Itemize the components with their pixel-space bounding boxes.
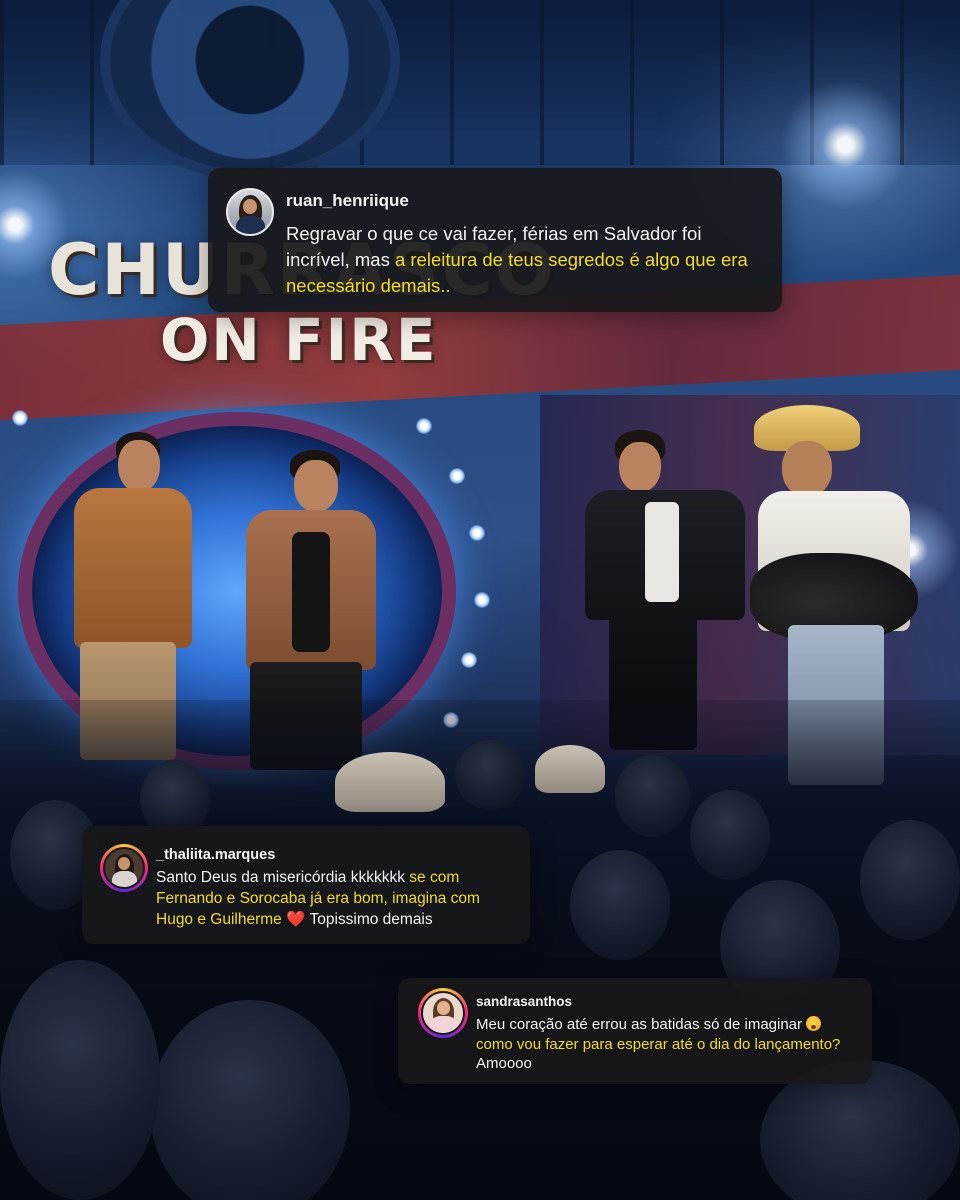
logo-line-2: ON FIRE [160, 306, 438, 374]
stage-light-flare [780, 80, 910, 210]
comment-card: ruan_henriique Regravar o que ce vai faz… [208, 168, 782, 312]
surprised-face-emoji-icon [806, 1016, 822, 1031]
comment-text-plain: Santo Deus da misericórdia kkkkkkk [156, 869, 410, 886]
comment-text-plain: Meu coração até errou as batidas só de i… [476, 1016, 807, 1033]
crowd-head [615, 755, 690, 837]
user-avatar[interactable] [100, 844, 148, 892]
user-avatar[interactable] [418, 988, 468, 1038]
comment-body: sandrasanthos Meu coração até errou as b… [476, 988, 858, 1074]
stage-light [469, 525, 485, 541]
stage-light [449, 468, 465, 484]
user-avatar[interactable] [226, 188, 274, 236]
crowd-cowboy-hat [535, 745, 605, 793]
comment-text-plain: Amoooo [476, 1055, 532, 1072]
comment-text-highlight: como vou fazer para esperar até o dia do… [476, 1035, 841, 1053]
comment-text: Regravar o que ce vai fazer, férias em S… [286, 221, 762, 299]
heart-emoji-icon: ❤️ [286, 910, 306, 928]
comment-body: ruan_henriique Regravar o que ce vai faz… [286, 188, 762, 299]
comment-username[interactable]: sandrasanthos [476, 993, 858, 1010]
crowd-cowboy-hat [335, 752, 445, 812]
stage-light [416, 418, 432, 434]
crowd-head [860, 820, 960, 940]
comment-username[interactable]: ruan_henriique [286, 191, 762, 211]
comment-text-plain: Topissimo demais [305, 911, 433, 928]
comment-body: _thaliita.marques Santo Deus da misericó… [156, 844, 514, 931]
crowd-head [570, 850, 670, 960]
comment-text: Santo Deus da misericórdia kkkkkkk se co… [156, 868, 514, 931]
comment-card: sandrasanthos Meu coração até errou as b… [398, 978, 872, 1084]
stage-light [461, 652, 477, 668]
comment-username[interactable]: _thaliita.marques [156, 846, 514, 864]
crowd-head [690, 790, 770, 880]
comment-text: Meu coração até errou as batidas só de i… [476, 1015, 858, 1074]
stage-light [474, 592, 490, 608]
crowd-head [455, 740, 525, 810]
crowd-head [0, 960, 160, 1200]
comment-card: _thaliita.marques Santo Deus da misericó… [82, 826, 530, 944]
stage-light [12, 410, 28, 426]
post-image: CHURRASCO ON FIRE [0, 0, 960, 1200]
